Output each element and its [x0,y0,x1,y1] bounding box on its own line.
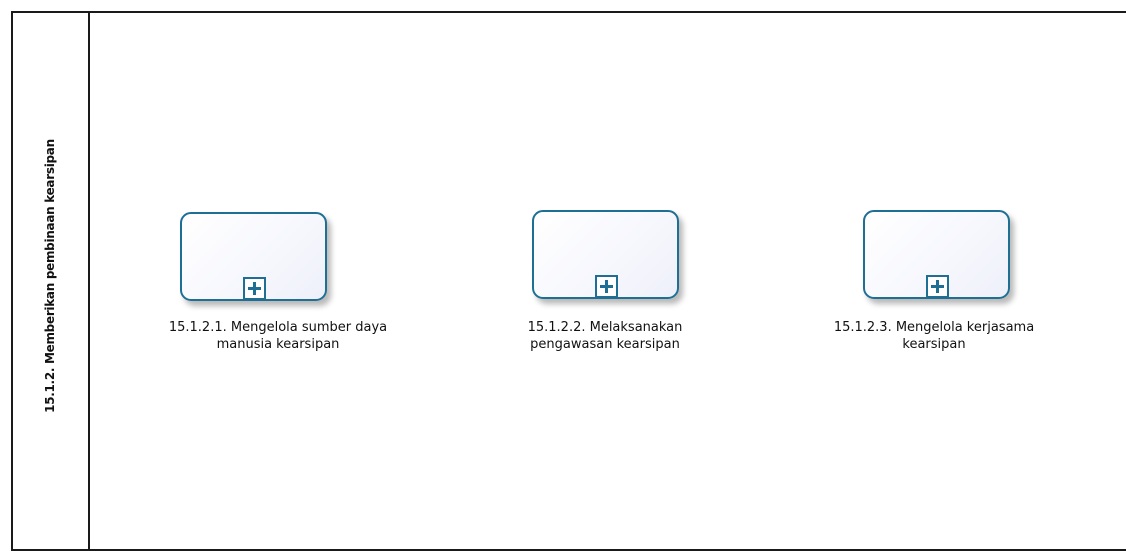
task-label-1-line-1: 15.1.2.1. Mengelola sumber daya [168,320,388,335]
task-label-3-line-2: kearsipan [902,337,966,352]
task-label-1-line-2: manusia kearsipan [216,337,340,352]
task-label-2-line-1: 15.1.2.2. Melaksanakan [527,320,683,335]
lane-title: 15.1.2. Memberikan pembinaan kearsipan [43,139,57,413]
subprocess-plus-icon [925,275,949,298]
task-label-3: 15.1.2.3. Mengelola kerjasama kearsipan [784,319,1084,353]
lane-header[interactable]: 15.1.2. Memberikan pembinaan kearsipan [13,13,90,549]
task-label-3-line-1: 15.1.2.3. Mengelola kerjasama [833,320,1035,335]
task-label-2-line-2: pengawasan kearsipan [530,337,680,352]
task-label-1: 15.1.2.1. Mengelola sumber daya manusia … [128,319,428,353]
collapsed-subprocess-3[interactable] [863,210,1010,299]
task-label-2: 15.1.2.2. Melaksanakan pengawasan kearsi… [455,319,755,353]
subprocess-plus-icon [594,275,618,298]
collapsed-subprocess-2[interactable] [532,210,679,299]
subprocess-plus-icon [242,277,266,300]
collapsed-subprocess-1[interactable] [180,212,327,301]
